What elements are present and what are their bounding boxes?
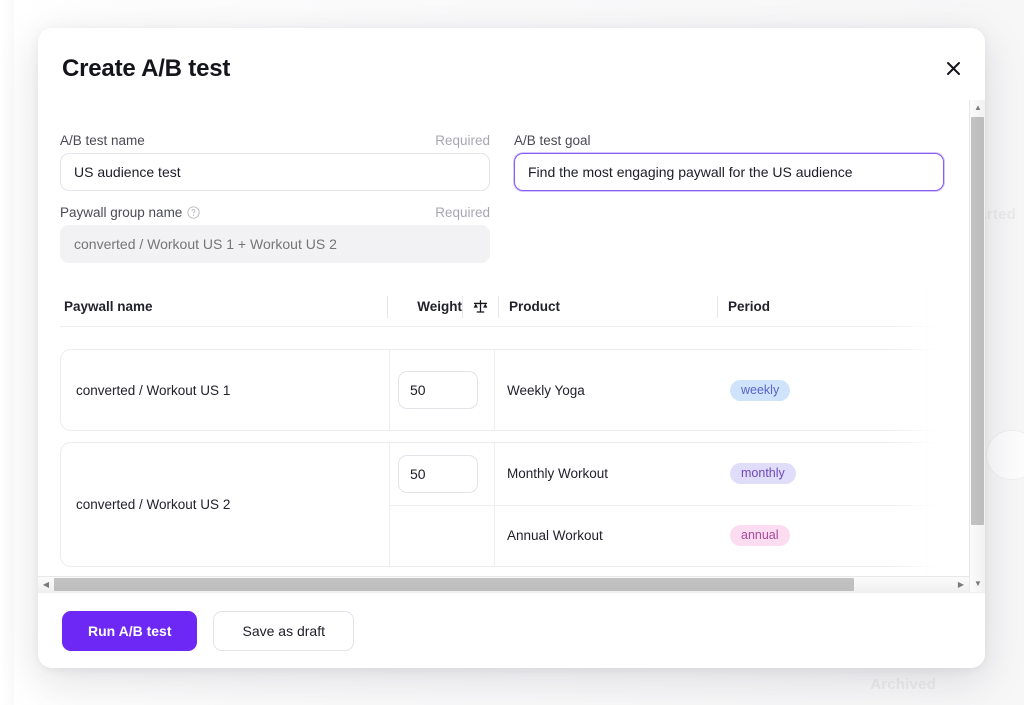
horizontal-scrollbar[interactable]: ◀ ▶ (38, 576, 969, 592)
scroll-up-arrow-icon[interactable]: ▲ (970, 100, 985, 116)
help-circle-icon[interactable] (187, 206, 200, 219)
row-period-cell: monthly (716, 443, 946, 505)
save-as-draft-button[interactable]: Save as draft (213, 610, 354, 651)
row-weight-cell (390, 454, 494, 493)
ab-test-name-input[interactable] (60, 153, 490, 191)
modal-scroll-body: A/B test name Required Paywall group nam… (38, 100, 985, 592)
page-title: Create A/B test (62, 55, 231, 82)
row-product-line: Monthly Workout monthly (390, 443, 946, 505)
row-product-name: Monthly Workout (494, 443, 716, 505)
scroll-left-arrow-icon[interactable]: ◀ (38, 577, 54, 593)
close-icon (946, 61, 960, 75)
paywall-group-name-required-tag: Required (435, 205, 490, 220)
paywall-group-name-label-wrap: Paywall group name (60, 205, 200, 220)
column-header-paywall-name: Paywall name (64, 299, 153, 314)
background-label-archived: Archived (870, 676, 936, 693)
paywalls-table: Paywall name Weight Product Period conve… (38, 287, 969, 592)
create-ab-test-modal: Create A/B test A/B test name Required P… (38, 28, 985, 668)
row-product-name: Annual Workout (494, 505, 716, 566)
row-paywall-name: converted / Workout US 1 (76, 382, 231, 398)
scroll-down-arrow-icon[interactable]: ▼ (970, 576, 985, 592)
ab-test-goal-input[interactable] (514, 153, 944, 191)
background-left-strip (0, 0, 14, 705)
ab-test-name-label-row: A/B test name Required (60, 133, 490, 148)
modal-body-content: A/B test name Required Paywall group nam… (38, 100, 969, 592)
row-weight-cell (390, 371, 494, 409)
horizontal-scroll-track[interactable] (54, 577, 953, 593)
table-header-row: Paywall name Weight Product Period (60, 287, 947, 327)
status-badge: weekly (730, 379, 791, 401)
ab-test-goal-label-row: A/B test goal (514, 133, 944, 148)
modal-footer: Run A/B test Save as draft (38, 592, 985, 668)
table-row: converted / Workout US 2 Monthly Workout… (60, 442, 947, 567)
row-paywall-name: converted / Workout US 2 (76, 497, 231, 512)
table-row: converted / Workout US 1 Weekly Yoga wee… (60, 349, 947, 431)
ab-test-name-label: A/B test name (60, 133, 145, 148)
paywall-group-name-input[interactable] (60, 225, 490, 263)
scroll-right-arrow-icon[interactable]: ▶ (953, 577, 969, 593)
status-badge: annual (730, 525, 790, 547)
column-header-product: Product (509, 299, 561, 314)
background-pill (986, 430, 1024, 480)
weight-input[interactable] (398, 454, 478, 493)
row-product-name: Weekly Yoga (494, 350, 716, 430)
horizontal-scroll-thumb[interactable] (54, 577, 855, 591)
paywall-group-name-label-row: Paywall group name Required (60, 205, 490, 220)
row-period-cell: annual (716, 506, 946, 567)
vertical-scrollbar[interactable]: ▲ ▼ (969, 100, 985, 592)
close-button[interactable] (939, 54, 967, 82)
paywall-group-name-label: Paywall group name (60, 205, 183, 220)
header-divider-2 (462, 295, 463, 318)
run-ab-test-button[interactable]: Run A/B test (62, 610, 198, 651)
row-product-line: Annual Workout annual (390, 504, 946, 567)
ab-test-name-required-tag: Required (435, 133, 490, 148)
row-period-cell: weekly (716, 350, 946, 430)
table-right-edge (927, 287, 928, 582)
column-header-weight: Weight (417, 299, 462, 314)
ab-test-goal-label: A/B test goal (514, 133, 591, 148)
balance-scale-icon[interactable] (472, 298, 489, 315)
column-header-period: Period (728, 299, 771, 314)
row-product-line: Weekly Yoga weekly (390, 350, 946, 430)
weight-input[interactable] (398, 371, 478, 409)
status-badge: monthly (730, 463, 796, 485)
vertical-scroll-thumb[interactable] (971, 117, 984, 525)
